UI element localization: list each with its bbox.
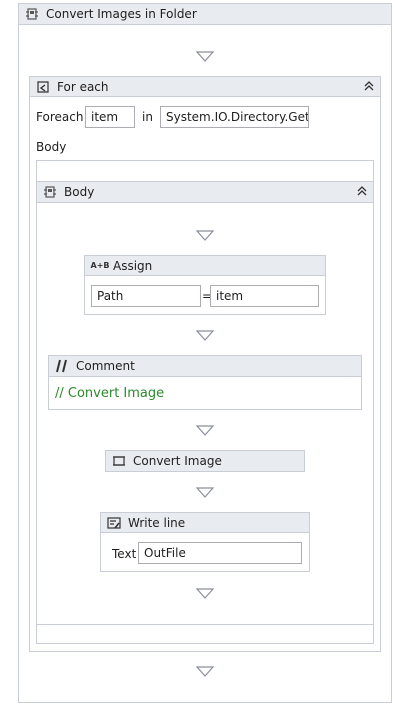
convert-image-activity[interactable]: Convert Image [105, 450, 305, 472]
writeline-text-label: Text [112, 547, 137, 561]
invoke-icon [111, 453, 127, 469]
body-label: Body [36, 140, 67, 154]
drop-arrow-icon[interactable] [196, 666, 214, 678]
sequence-icon [24, 6, 40, 22]
comment-header[interactable]: Comment [48, 355, 362, 377]
writeline-header[interactable]: Write line [100, 512, 310, 533]
foreach-title: For each [57, 79, 109, 94]
sequence-title: Convert Images in Folder [46, 7, 197, 21]
assign-value-field[interactable]: item [210, 285, 319, 307]
sequence-icon [42, 184, 58, 200]
assign-header[interactable]: A+B Assign [84, 255, 326, 276]
sequence-header[interactable]: Convert Images in Folder [18, 3, 392, 25]
comment-text[interactable]: // Convert Image [55, 386, 164, 401]
convert-image-title: Convert Image [133, 454, 222, 468]
writeline-title: Write line [128, 515, 186, 530]
in-label: in [142, 110, 153, 124]
body-sequence-header[interactable]: Body [36, 181, 374, 203]
assign-title: Assign [113, 258, 153, 273]
drop-arrow-icon[interactable] [196, 330, 214, 342]
foreach-icon [35, 79, 51, 95]
foreach-header[interactable]: For each [29, 76, 381, 97]
assign-icon: A+B [90, 261, 110, 270]
drop-arrow-icon[interactable] [196, 425, 214, 437]
collapse-chevron-icon[interactable] [362, 79, 376, 93]
drop-arrow-icon[interactable] [196, 588, 214, 600]
body-sequence-title: Body [64, 185, 95, 199]
drop-arrow-icon[interactable] [196, 230, 214, 242]
writeline-icon [106, 515, 122, 531]
comment-title: Comment [76, 359, 135, 373]
comment-icon [54, 358, 70, 374]
writeline-text-field[interactable]: OutFile [138, 542, 302, 564]
assign-to-field[interactable]: Path [91, 285, 201, 307]
foreach-item-field[interactable]: item [85, 106, 135, 128]
foreach-label: Foreach [36, 110, 84, 124]
drop-arrow-icon[interactable] [196, 51, 214, 63]
collapse-chevron-icon[interactable] [355, 184, 369, 198]
foreach-collection-field[interactable]: System.IO.Directory.GetFil [160, 106, 309, 128]
drop-arrow-icon[interactable] [196, 487, 214, 499]
